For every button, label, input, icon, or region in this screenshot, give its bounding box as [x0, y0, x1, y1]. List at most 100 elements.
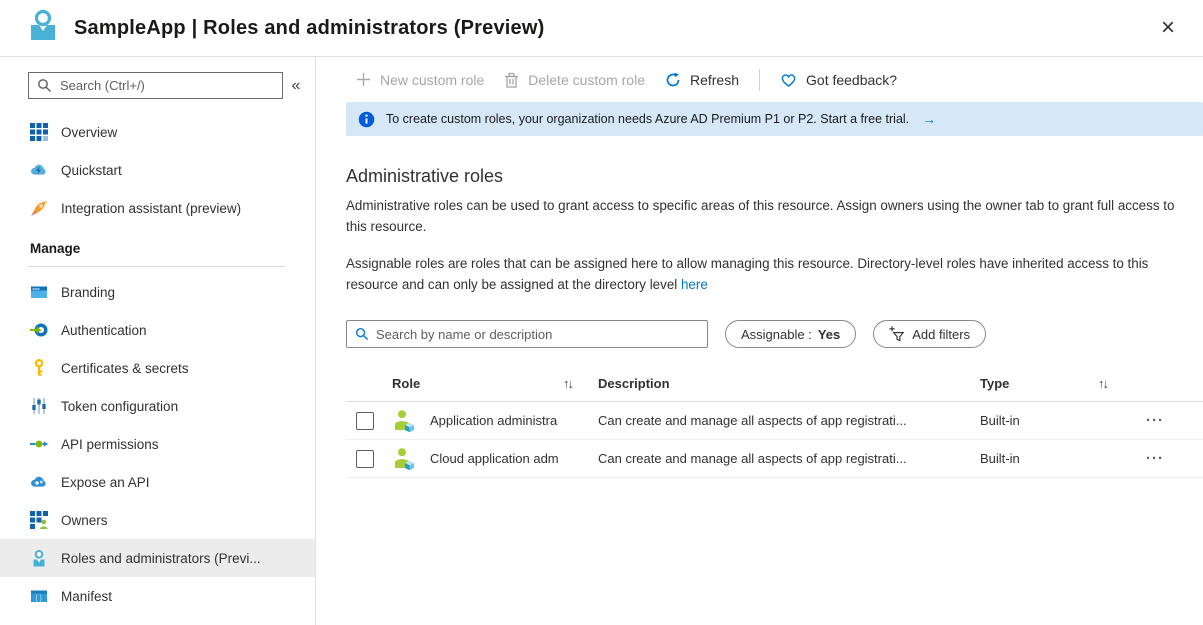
sidebar-item-certificates-secrets[interactable]: Certificates & secrets: [0, 349, 315, 387]
person-app-icon: [28, 9, 58, 48]
toolbar-divider: [759, 69, 760, 91]
roles-table: Role ↑↓ Description Type ↑↓: [346, 366, 1203, 478]
roles-search-box[interactable]: [346, 320, 708, 348]
new-custom-role-button[interactable]: New custom role: [346, 66, 494, 94]
command-bar: New custom role Delete custom role: [316, 57, 1203, 102]
sidebar-item-label: Integration assistant (preview): [61, 201, 241, 216]
sidebar-section-manage: Manage: [0, 227, 315, 262]
got-feedback-button[interactable]: Got feedback?: [770, 66, 907, 94]
table-row[interactable]: Application administra Can create and ma…: [346, 402, 1203, 440]
content-area: Administrative roles Administrative role…: [316, 136, 1203, 625]
refresh-button[interactable]: Refresh: [655, 66, 749, 94]
column-header-role[interactable]: Role: [392, 376, 420, 391]
column-header-description[interactable]: Description: [598, 376, 980, 391]
description-paragraph-2: Assignable roles are roles that can be a…: [346, 253, 1175, 295]
directory-level-link[interactable]: here: [681, 277, 708, 292]
sidebar-item-manifest[interactable]: { } Manifest: [0, 577, 315, 615]
description-paragraph-1: Administrative roles can be used to gran…: [346, 195, 1175, 237]
row-checkbox[interactable]: [356, 450, 374, 468]
page-title: SampleApp | Roles and administrators (Pr…: [74, 17, 544, 40]
key-icon: [30, 359, 48, 377]
app-window: SampleApp | Roles and administrators (Pr…: [0, 0, 1203, 625]
more-options-icon[interactable]: ···: [1138, 410, 1172, 431]
collapse-sidebar-icon[interactable]: «: [283, 75, 309, 97]
role-member-icon: [392, 409, 416, 433]
branding-browser-icon: www: [30, 283, 48, 301]
svg-text:{ }: { }: [35, 595, 42, 602]
role-name-cell[interactable]: Application administra: [430, 413, 598, 428]
sort-icon[interactable]: ↑↓: [1098, 376, 1134, 391]
sidebar-item-label: Branding: [61, 285, 115, 300]
rocket-icon: [30, 199, 48, 217]
role-description-cell: Can create and manage all aspects of app…: [598, 451, 980, 466]
column-header-type[interactable]: Type: [980, 376, 1098, 391]
authentication-icon: [30, 321, 48, 339]
sidebar-item-label: Expose an API: [61, 475, 150, 490]
sidebar-item-authentication[interactable]: Authentication: [0, 311, 315, 349]
sidebar-search-input[interactable]: [60, 78, 274, 93]
sidebar-item-owners[interactable]: Owners: [0, 501, 315, 539]
expose-api-cloud-icon: [30, 473, 48, 491]
owners-grid-person-icon: [30, 511, 48, 529]
more-options-icon[interactable]: ···: [1138, 448, 1172, 469]
role-name-cell[interactable]: Cloud application adm: [430, 451, 598, 466]
sidebar-item-branding[interactable]: www Branding: [0, 273, 315, 311]
api-permissions-icon: [30, 435, 48, 453]
role-description-cell: Can create and manage all aspects of app…: [598, 413, 980, 428]
sidebar-item-expose-an-api[interactable]: Expose an API: [0, 463, 315, 501]
sidebar-item-api-permissions[interactable]: API permissions: [0, 425, 315, 463]
row-checkbox[interactable]: [356, 412, 374, 430]
table-row[interactable]: Cloud application adm Can create and man…: [346, 440, 1203, 478]
sidebar-search-box[interactable]: [28, 72, 283, 99]
roles-search-input[interactable]: [376, 327, 699, 342]
sidebar-item-label: Token configuration: [61, 399, 178, 414]
search-icon: [355, 327, 369, 341]
sidebar-item-label: Owners: [61, 513, 108, 528]
sidebar-item-label: Authentication: [61, 323, 147, 338]
add-filters-button[interactable]: Add filters: [873, 320, 986, 348]
sidebar-item-label: Manifest: [61, 589, 112, 604]
assignable-filter-value: Yes: [818, 327, 840, 342]
search-icon: [37, 78, 52, 93]
filter-bar: Assignable : Yes Add filters: [346, 320, 1203, 348]
sort-icon[interactable]: ↑↓: [563, 376, 572, 391]
role-member-icon: [392, 447, 416, 471]
main-panel: New custom role Delete custom role: [316, 57, 1203, 625]
role-type-cell: Built-in: [980, 451, 1098, 466]
plus-icon: [356, 72, 371, 87]
role-type-cell: Built-in: [980, 413, 1098, 428]
sidebar: « Overview: [0, 57, 316, 625]
svg-text:www: www: [32, 287, 40, 291]
banner-text: To create custom roles, your organizatio…: [386, 112, 909, 126]
sidebar-item-roles-and-administrators[interactable]: Roles and administrators (Previ...: [0, 539, 315, 577]
sidebar-item-integration-assistant[interactable]: Integration assistant (preview): [0, 189, 315, 227]
sidebar-item-label: API permissions: [61, 437, 159, 452]
overview-grid-icon: [30, 123, 48, 141]
assignable-filter-pill[interactable]: Assignable : Yes: [725, 320, 856, 348]
sidebar-divider: [28, 266, 285, 267]
sidebar-item-label: Quickstart: [61, 163, 122, 178]
roles-person-icon: [30, 549, 48, 567]
info-banner[interactable]: To create custom roles, your organizatio…: [346, 102, 1203, 136]
window-header: SampleApp | Roles and administrators (Pr…: [0, 0, 1203, 57]
sidebar-nav: Overview Quickstart: [0, 113, 315, 615]
delete-custom-role-button[interactable]: Delete custom role: [494, 66, 655, 94]
section-title: Administrative roles: [346, 166, 1175, 187]
add-filter-icon: [889, 326, 906, 343]
arrow-right-icon[interactable]: →: [922, 111, 936, 127]
refresh-icon: [665, 72, 681, 88]
trash-icon: [504, 72, 519, 88]
table-header-row: Role ↑↓ Description Type ↑↓: [346, 366, 1203, 402]
sidebar-item-label: Certificates & secrets: [61, 361, 189, 376]
info-icon: [358, 111, 375, 128]
sliders-icon: [30, 397, 48, 415]
sidebar-item-label: Roles and administrators (Previ...: [61, 551, 261, 566]
manifest-code-icon: { }: [30, 587, 48, 605]
sidebar-item-overview[interactable]: Overview: [0, 113, 315, 151]
sidebar-item-label: Overview: [61, 125, 117, 140]
close-icon[interactable]: ×: [1155, 14, 1181, 42]
sidebar-item-token-configuration[interactable]: Token configuration: [0, 387, 315, 425]
heart-icon: [780, 72, 797, 88]
sidebar-item-quickstart[interactable]: Quickstart: [0, 151, 315, 189]
quickstart-cloud-icon: [30, 161, 48, 179]
